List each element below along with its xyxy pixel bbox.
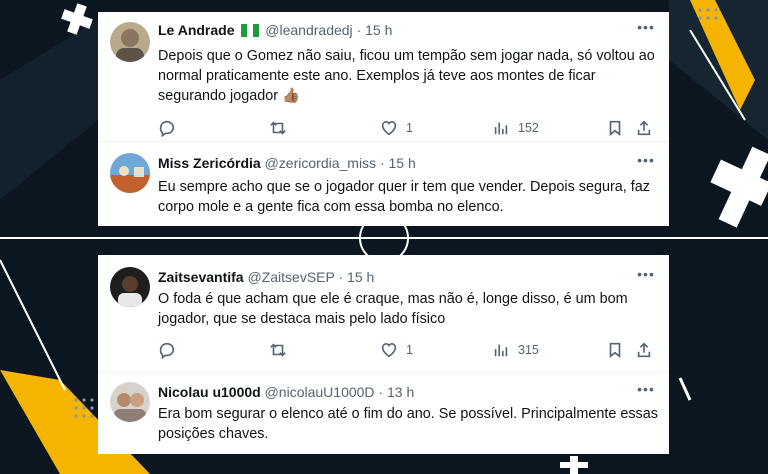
more-options-icon[interactable]: ••• [637,382,655,400]
share-icon [637,120,651,136]
handle[interactable]: @ZaitsevSEP [247,269,334,285]
timestamp[interactable]: · 13 h [378,384,414,400]
handle[interactable]: @zericordia_miss [265,155,376,171]
retweet-button[interactable] [269,340,287,360]
views-button[interactable]: 152 [492,118,539,138]
share-button[interactable] [635,118,653,138]
bookmark-icon [609,342,621,358]
tweet-header: Miss Zericórdia @zericordia_miss · 15 h [158,153,416,173]
tweet-text: Depois que o Gomez não saiu, ficou um te… [158,48,655,104]
display-name[interactable]: Miss Zericórdia [158,155,261,171]
more-options-icon[interactable]: ••• [637,20,655,38]
retweet-icon [270,343,286,357]
tweet-header: Le Andrade @leandradedj · 15 h [158,20,392,40]
like-count: 1 [406,121,413,135]
like-count: 1 [406,343,413,357]
bookmark-button[interactable] [606,340,624,360]
tweet[interactable]: Zaitsevantifa @ZaitsevSEP · 15 h ••• O f… [98,267,669,372]
reply-icon [159,120,175,137]
analytics-icon [494,122,508,135]
reply-icon [159,342,175,359]
handle[interactable]: @leandradedj [265,22,352,38]
divider [98,141,669,142]
tweet-actions: 1 315 [158,340,668,360]
like-button[interactable]: 1 [380,118,413,138]
tweet-header: Zaitsevantifa @ZaitsevSEP · 15 h [158,267,374,287]
brazil-flag-icon [241,22,260,42]
more-options-icon[interactable]: ••• [637,267,655,285]
timestamp[interactable]: · 15 h [357,22,393,38]
timestamp[interactable]: · 15 h [338,269,374,285]
tweet-card-top: Le Andrade @leandradedj · 15 h ••• Depoi… [98,12,669,226]
views-button[interactable]: 315 [492,340,539,360]
tweet-text: O foda é que acham que ele é craque, mas… [158,291,628,327]
display-name[interactable]: Nicolau u1000d [158,384,261,400]
avatar[interactable] [110,153,150,193]
reply-button[interactable] [158,340,176,360]
share-button[interactable] [635,340,653,360]
tweet-actions: 1 152 [158,118,668,138]
tweet[interactable]: Le Andrade @leandradedj · 15 h ••• Depoi… [98,20,669,150]
display-name[interactable]: Le Andrade [158,22,235,38]
retweet-icon [270,121,286,135]
like-button[interactable]: 1 [380,340,413,360]
divider [98,372,669,373]
timestamp[interactable]: · 15 h [380,155,416,171]
view-count: 152 [518,121,539,135]
view-count: 315 [518,343,539,357]
tweet-header: Nicolau u1000d @nicolauU1000D · 13 h [158,382,414,402]
more-options-icon[interactable]: ••• [637,153,655,171]
reply-button[interactable] [158,118,176,138]
display-name[interactable]: Zaitsevantifa [158,269,244,285]
tweet-card-bottom: Zaitsevantifa @ZaitsevSEP · 15 h ••• O f… [98,255,669,454]
bookmark-button[interactable] [606,118,624,138]
share-icon [637,342,651,358]
retweet-button[interactable] [269,118,287,138]
handle[interactable]: @nicolauU1000D [265,384,375,400]
avatar[interactable] [110,22,150,62]
avatar[interactable] [110,382,150,422]
avatar[interactable] [110,267,150,307]
tweet-text: Eu sempre acho que se o jogador quer ir … [158,179,650,215]
heart-icon [381,121,397,136]
tweet[interactable]: Nicolau u1000d @nicolauU1000D · 13 h •••… [98,382,669,454]
tweet[interactable]: Miss Zericórdia @zericordia_miss · 15 h … [98,153,669,226]
heart-icon [381,343,397,358]
analytics-icon [494,344,508,357]
tweet-text: Era bom segurar o elenco até o fim do an… [158,406,658,442]
bookmark-icon [609,120,621,136]
